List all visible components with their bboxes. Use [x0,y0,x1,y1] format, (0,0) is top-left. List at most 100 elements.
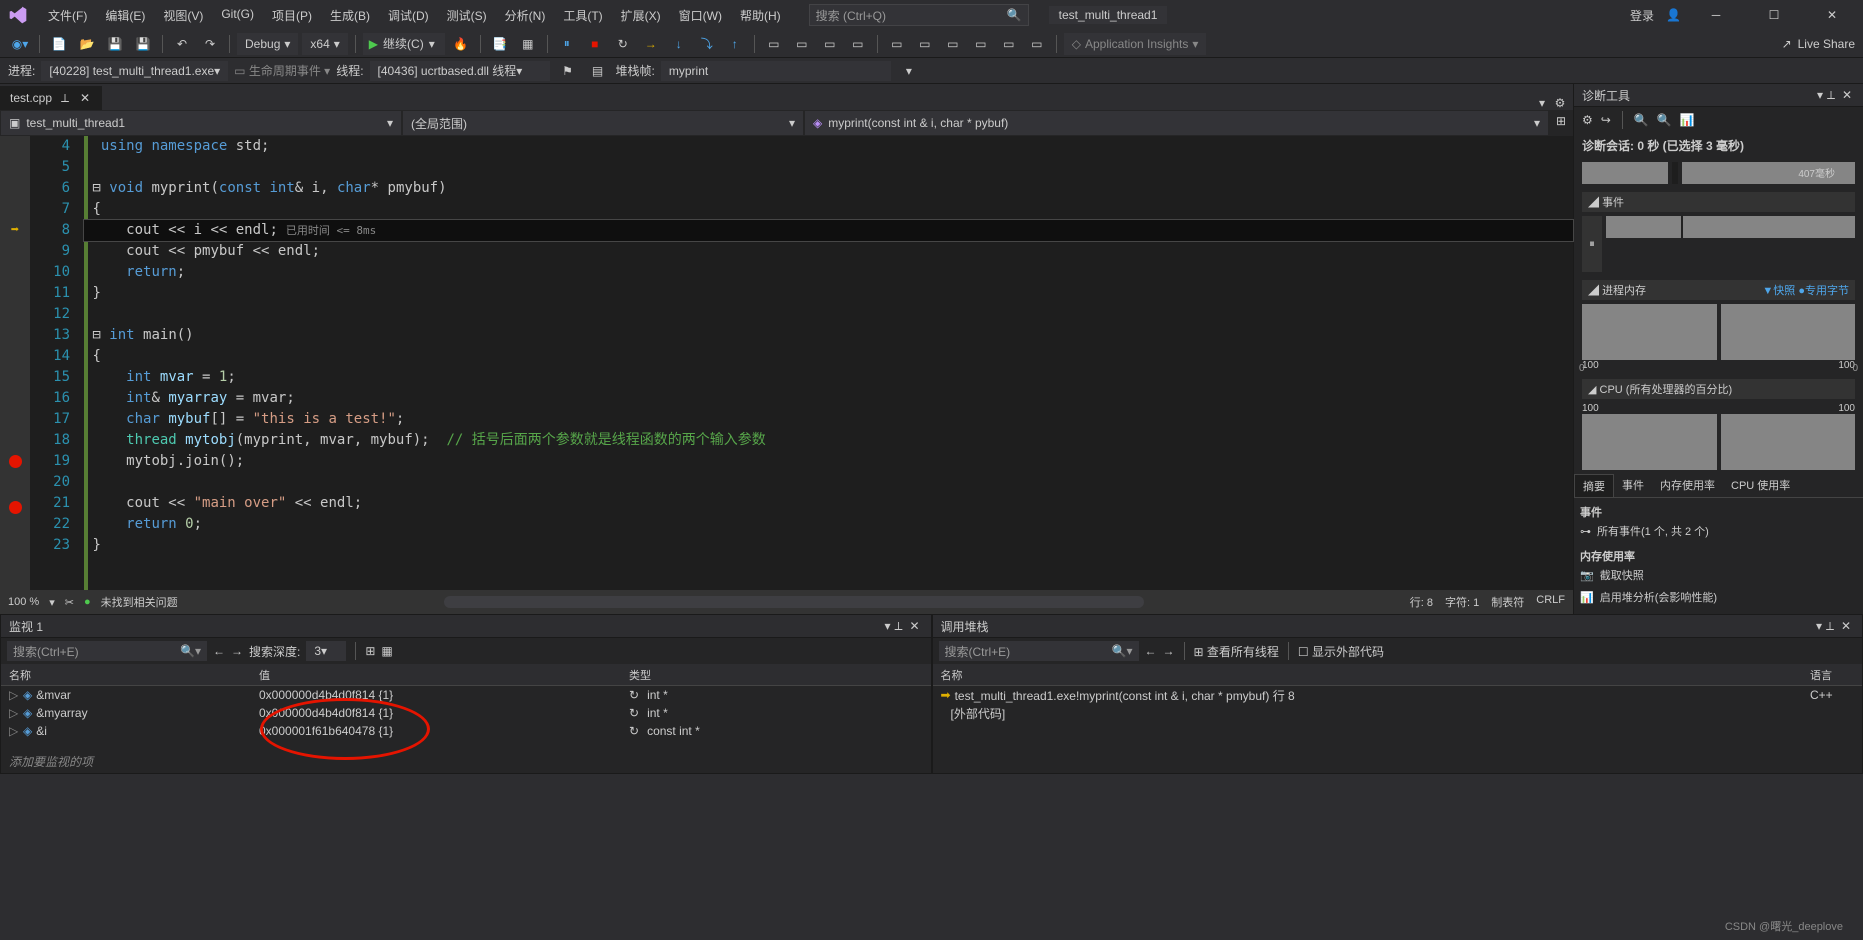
pin-icon[interactable]: ⟂ [1823,88,1839,103]
stack-row[interactable]: ➡ test_multi_thread1.exe!myprint(const i… [933,686,1863,704]
heap-row[interactable]: 📊 启用堆分析(会影响性能) [1580,586,1857,608]
diag-timeline[interactable]: 407毫秒 [1574,158,1863,188]
external-code-toggle[interactable]: ☐ 显示外部代码 [1298,643,1384,660]
stack-row[interactable]: [外部代码] [933,704,1863,722]
tb-dbg-2[interactable]: ▭ [790,33,814,55]
flag-icon[interactable]: ⚑ [556,60,580,82]
watch-search-input[interactable]: 搜索(Ctrl+E)🔍▾ [7,641,207,661]
tb-btn-2[interactable]: ▦ [516,33,540,55]
chart-icon[interactable]: 📊 [1680,113,1695,127]
tb-e[interactable]: ▭ [997,33,1021,55]
stop-button[interactable]: ■ [583,33,607,55]
col-name[interactable]: 名称 [1,667,251,683]
arrow-icon[interactable]: ↪ [1601,113,1611,127]
tb-a[interactable]: ▭ [885,33,909,55]
close-icon[interactable]: ✕ [1839,88,1855,102]
project-dropdown[interactable]: ▣ test_multi_thread1▾ [1,111,401,135]
prev-icon[interactable]: ← [1145,644,1157,658]
pin-icon[interactable]: ⟂ [58,91,72,105]
hot-reload-button[interactable]: 🔥 [449,33,473,55]
next-statement-button[interactable]: → [639,33,663,55]
menu-project[interactable]: 项目(P) [264,3,320,28]
line-ending[interactable]: CRLF [1536,594,1565,610]
prev-icon[interactable]: ← [213,644,225,658]
tb-btn-1[interactable]: 📑 [488,33,512,55]
close-button[interactable]: ✕ [1809,0,1855,30]
menu-extensions[interactable]: 扩展(X) [613,3,669,28]
menu-tools[interactable]: 工具(T) [555,3,610,28]
close-icon[interactable]: ✕ [907,619,923,633]
step-over-button[interactable]: ⤵ [695,33,719,55]
depth-dropdown[interactable]: 3 ▾ [306,641,346,661]
all-events-row[interactable]: ⊶ 所有事件(1 个, 共 2 个) [1580,520,1857,542]
breakpoint-gutter[interactable]: ➡ [0,136,30,590]
col-type[interactable]: 类型 [621,667,931,683]
next-icon[interactable]: → [231,644,243,658]
continue-button[interactable]: ▶ 继续(C) ▾ [363,33,445,55]
tab-cpu[interactable]: CPU 使用率 [1723,474,1798,497]
col-name[interactable]: 名称 [933,667,1803,683]
events-chart[interactable] [1606,216,1855,238]
next-icon[interactable]: → [1163,644,1175,658]
menu-debug[interactable]: 调试(D) [380,3,437,28]
thread-dropdown[interactable]: [40436] ucrtbased.dll 线程 ▾ [370,61,550,81]
minimize-button[interactable]: ─ [1693,0,1739,30]
watch-tb-icon2[interactable]: ▦ [381,644,392,658]
cpu-header[interactable]: ◢ CPU (所有处理器的百分比) [1582,379,1855,399]
tab-opts-icon[interactable]: ▾ [1535,96,1549,110]
menu-view[interactable]: 视图(V) [155,3,211,28]
tb-b[interactable]: ▭ [913,33,937,55]
menu-build[interactable]: 生成(B) [322,3,378,28]
menu-window[interactable]: 窗口(W) [671,3,730,28]
code-content[interactable]: using namespace std; ⊟ void myprint(cons… [80,136,1573,590]
undo-button[interactable]: ↶ [170,33,194,55]
open-button[interactable]: 📂 [75,33,99,55]
restart-button[interactable]: ↻ [611,33,635,55]
cpu-chart-1[interactable] [1582,414,1717,470]
platform-dropdown[interactable]: x64 ▾ [302,33,347,55]
new-button[interactable]: 📄 [47,33,71,55]
tb-c[interactable]: ▭ [941,33,965,55]
memory-chart-1[interactable]: 0 [1582,304,1717,360]
menu-analyze[interactable]: 分析(N) [497,3,554,28]
code-editor[interactable]: ➡ 4567891011121314151617181920212223 usi… [0,136,1573,590]
col-value[interactable]: 值 [251,667,621,683]
pin-icon[interactable]: ⟂ [891,619,907,634]
redo-button[interactable]: ↷ [198,33,222,55]
pause-icon[interactable]: ⏸ [1582,216,1602,272]
menu-test[interactable]: 测试(S) [439,3,495,28]
memory-chart-2[interactable]: 0 [1721,304,1856,360]
threads-icon[interactable]: ⊞ 查看所有线程 [1194,643,1279,660]
lifecycle-button[interactable]: ▭ 生命周期事件 ▾ [234,62,330,79]
user-icon[interactable]: 👤 [1666,8,1681,22]
menu-git[interactable]: Git(G) [213,3,262,28]
step-into-button[interactable]: ↓ [667,33,691,55]
snapshot-row[interactable]: 📷 截取快照 [1580,564,1857,586]
tab-memory[interactable]: 内存使用率 [1652,474,1723,497]
menu-file[interactable]: 文件(F) [40,3,95,28]
close-icon[interactable]: ✕ [78,91,92,105]
watch-row[interactable]: ▷◈ &myarray0x000000d4b4d0f814 {1}↻int * [1,704,931,722]
filter-icon[interactable]: ▤ [586,60,610,82]
app-insights-dropdown[interactable]: ◇ Application Insights ▾ [1064,33,1207,55]
menu-edit[interactable]: 编辑(E) [97,3,153,28]
memory-header[interactable]: ◢ 进程内存 ▼快照 ●专用字节 [1582,280,1855,300]
save-all-button[interactable]: 💾 [131,33,155,55]
tb-f[interactable]: ▭ [1025,33,1049,55]
tab-events[interactable]: 事件 [1614,474,1652,497]
zoom-level[interactable]: 100 % [8,596,39,608]
events-header[interactable]: ◢ 事件 [1582,192,1855,212]
stack-search-input[interactable]: 搜索(Ctrl+E)🔍▾ [939,641,1139,661]
watch-row[interactable]: ▷◈ &i0x000001f61b640478 {1}↻const int * [1,722,931,740]
tab-test-cpp[interactable]: test.cpp ⟂ ✕ [0,86,102,110]
config-dropdown[interactable]: Debug ▾ [237,33,298,55]
pin-icon[interactable]: ⟂ [1822,619,1838,634]
tab-summary[interactable]: 摘要 [1574,474,1614,497]
hscroll[interactable] [444,596,1144,608]
tb-dbg-3[interactable]: ▭ [818,33,842,55]
tb-d[interactable]: ▭ [969,33,993,55]
close-icon[interactable]: ✕ [1838,619,1854,633]
cpu-chart-2[interactable] [1721,414,1856,470]
process-dropdown[interactable]: [40228] test_multi_thread1.exe ▾ [41,61,228,81]
back-nav-button[interactable]: ◉▾ [8,33,32,55]
